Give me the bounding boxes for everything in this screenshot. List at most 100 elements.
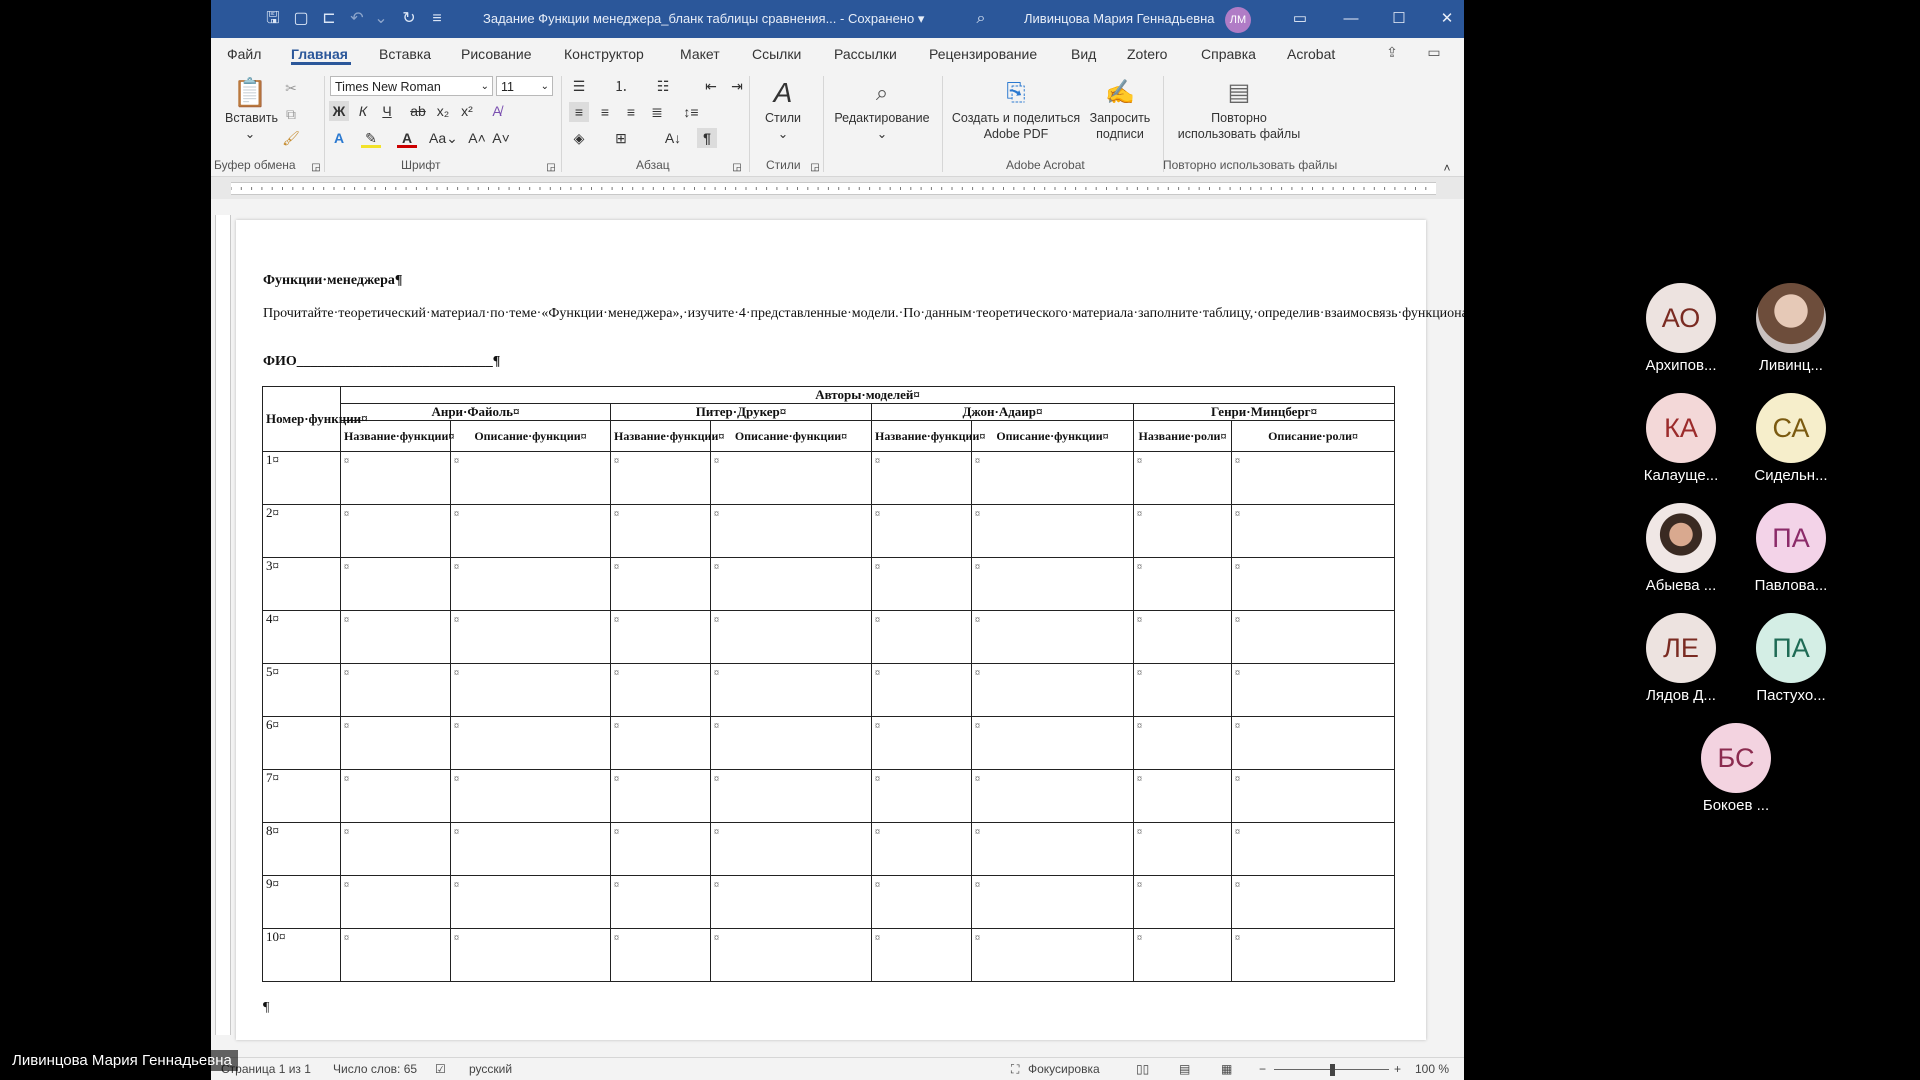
row-number-cell[interactable]: 6¤ xyxy=(262,716,341,770)
user-avatar[interactable]: ЛМ xyxy=(1225,7,1251,33)
table-cell[interactable]: ¤ xyxy=(1230,610,1396,664)
copy-icon[interactable]: ⧉ xyxy=(281,104,301,124)
tab-zotero[interactable]: Zotero xyxy=(1127,46,1167,62)
table-cell[interactable]: ¤ xyxy=(340,875,451,929)
participant-tile[interactable]: КА Калауще... xyxy=(1626,393,1736,484)
open-folder-icon[interactable]: ⊏ xyxy=(319,9,339,29)
undo-icon[interactable]: ↶ xyxy=(347,9,367,29)
table-cell[interactable]: ¤ xyxy=(1133,663,1232,717)
table-cell[interactable]: ¤ xyxy=(340,769,451,823)
table-cell[interactable]: ¤ xyxy=(871,769,972,823)
header-function-description[interactable]: Описание·функции¤ xyxy=(450,420,611,452)
header-function-description[interactable]: Описание·функции¤ xyxy=(971,420,1134,452)
participant-tile[interactable]: АО Архипов... xyxy=(1626,283,1736,374)
table-cell[interactable]: ¤ xyxy=(450,822,611,876)
table-cell[interactable]: ¤ xyxy=(1230,504,1396,558)
save-icon[interactable]: 🖫 xyxy=(263,9,283,29)
tab-draw[interactable]: Рисование xyxy=(461,46,532,62)
row-number-cell[interactable]: 10¤ xyxy=(262,928,341,982)
table-cell[interactable]: ¤ xyxy=(610,822,711,876)
table-cell[interactable]: ¤ xyxy=(340,557,451,611)
table-cell[interactable]: ¤ xyxy=(340,504,451,558)
table-cell[interactable]: ¤ xyxy=(971,928,1134,982)
table-cell[interactable]: ¤ xyxy=(1133,822,1232,876)
row-number-cell[interactable]: 8¤ xyxy=(262,822,341,876)
tab-view[interactable]: Вид xyxy=(1071,46,1096,62)
increase-indent-icon[interactable]: ⇥ xyxy=(727,76,747,96)
tab-references[interactable]: Ссылки xyxy=(752,46,801,62)
table-cell[interactable]: ¤ xyxy=(1230,928,1396,982)
table-cell[interactable]: ¤ xyxy=(1133,928,1232,982)
highlight-icon[interactable]: ✎ xyxy=(361,128,381,148)
participant-tile[interactable]: Ливинц... xyxy=(1736,283,1846,374)
search-icon[interactable]: ⌕ xyxy=(971,9,991,29)
numbering-icon[interactable]: ⒈ xyxy=(611,76,631,96)
header-function-description[interactable]: Описание·функции¤ xyxy=(710,420,872,452)
header-function-name[interactable]: Название·функции¤ xyxy=(610,420,724,452)
table-cell[interactable]: ¤ xyxy=(710,822,872,876)
table-cell[interactable]: ¤ xyxy=(710,663,872,717)
table-cell[interactable]: ¤ xyxy=(1230,557,1396,611)
row-number-cell[interactable]: 3¤ xyxy=(262,557,341,611)
table-cell[interactable]: ¤ xyxy=(1133,769,1232,823)
table-cell[interactable]: ¤ xyxy=(610,716,711,770)
zoom-slider-thumb[interactable] xyxy=(1329,1064,1335,1076)
table-cell[interactable]: ¤ xyxy=(450,716,611,770)
table-cell[interactable]: ¤ xyxy=(1230,822,1396,876)
row-number-cell[interactable]: 9¤ xyxy=(262,875,341,929)
table-cell[interactable]: ¤ xyxy=(1133,557,1232,611)
ribbon-display-icon[interactable]: ▭ xyxy=(1285,8,1315,30)
table-cell[interactable]: ¤ xyxy=(610,451,711,505)
table-cell[interactable]: ¤ xyxy=(1133,875,1232,929)
request-signatures-button[interactable]: ✍ Запросить подписи xyxy=(1081,76,1159,142)
redo-icon[interactable]: ↻ xyxy=(399,9,419,29)
strikethrough-icon[interactable]: ab xyxy=(408,101,428,121)
header-authors[interactable]: Авторы·моделей¤ xyxy=(339,386,1396,404)
table-cell[interactable]: ¤ xyxy=(1230,769,1396,823)
editing-button[interactable]: ⌕ Редактирование ⌄ xyxy=(827,76,937,142)
table-cell[interactable]: ¤ xyxy=(1133,610,1232,664)
participant-tile[interactable]: СА Сидельн... xyxy=(1736,393,1846,484)
format-painter-icon[interactable]: 🖌 xyxy=(281,128,301,148)
fio-field[interactable]: ФИО____________________________¶ xyxy=(263,354,500,370)
document-title[interactable]: Задание Функции менеджера_бланк таблицы … xyxy=(483,11,924,27)
table-cell[interactable]: ¤ xyxy=(871,716,972,770)
dialog-launcher-icon[interactable]: ◲ xyxy=(541,158,561,178)
borders-icon[interactable]: ⊞ xyxy=(611,128,631,148)
multilevel-list-icon[interactable]: ☷ xyxy=(653,76,673,96)
document-heading[interactable]: Функции·менеджера¶ xyxy=(263,273,402,289)
shading-icon[interactable]: ◈ xyxy=(569,128,589,148)
zoom-level[interactable]: 100 % xyxy=(1415,1062,1449,1076)
dialog-launcher-icon[interactable]: ◲ xyxy=(805,158,825,178)
clear-formatting-icon[interactable]: A̸ xyxy=(487,101,507,121)
italic-icon[interactable]: К xyxy=(353,101,373,121)
table-cell[interactable]: ¤ xyxy=(340,451,451,505)
document-page[interactable]: Функции·менеджера¶ Прочитайте·теоретичес… xyxy=(236,220,1464,1040)
new-document-icon[interactable]: ▢ xyxy=(291,9,311,29)
minimize-icon[interactable]: — xyxy=(1336,8,1366,30)
font-name-combo[interactable]: Times New Roman ⌄ xyxy=(330,76,493,96)
tab-design[interactable]: Конструктор xyxy=(564,46,644,62)
text-effects-icon[interactable]: A xyxy=(329,128,349,148)
table-cell[interactable]: ¤ xyxy=(450,557,611,611)
comparison-table[interactable]: Номер·функции¤ Авторы·моделей¤ Анри·Файо… xyxy=(262,386,1396,982)
table-cell[interactable]: ¤ xyxy=(610,557,711,611)
row-number-cell[interactable]: 1¤ xyxy=(262,451,341,505)
table-cell[interactable]: ¤ xyxy=(340,663,451,717)
bullets-icon[interactable]: ☰ xyxy=(569,76,589,96)
cut-icon[interactable]: ✂ xyxy=(281,78,301,98)
tab-mailings[interactable]: Рассылки xyxy=(834,46,897,62)
print-layout-icon[interactable]: ▤ xyxy=(1179,1062,1190,1076)
subscript-icon[interactable]: x₂ xyxy=(433,101,453,121)
table-cell[interactable]: ¤ xyxy=(871,610,972,664)
align-center-icon[interactable]: ≡ xyxy=(595,102,615,122)
comments-icon[interactable]: ▭ xyxy=(1423,44,1445,64)
language[interactable]: русский xyxy=(469,1062,512,1076)
table-cell[interactable]: ¤ xyxy=(450,875,611,929)
participant-tile[interactable]: ПА Пастухо... xyxy=(1736,613,1846,704)
table-cell[interactable]: ¤ xyxy=(710,769,872,823)
font-size-combo[interactable]: 11 ⌄ xyxy=(496,76,553,96)
paste-button[interactable]: 📋 Вставить ⌄ xyxy=(225,76,278,142)
table-cell[interactable]: ¤ xyxy=(340,716,451,770)
justify-icon[interactable]: ≣ xyxy=(647,102,667,122)
